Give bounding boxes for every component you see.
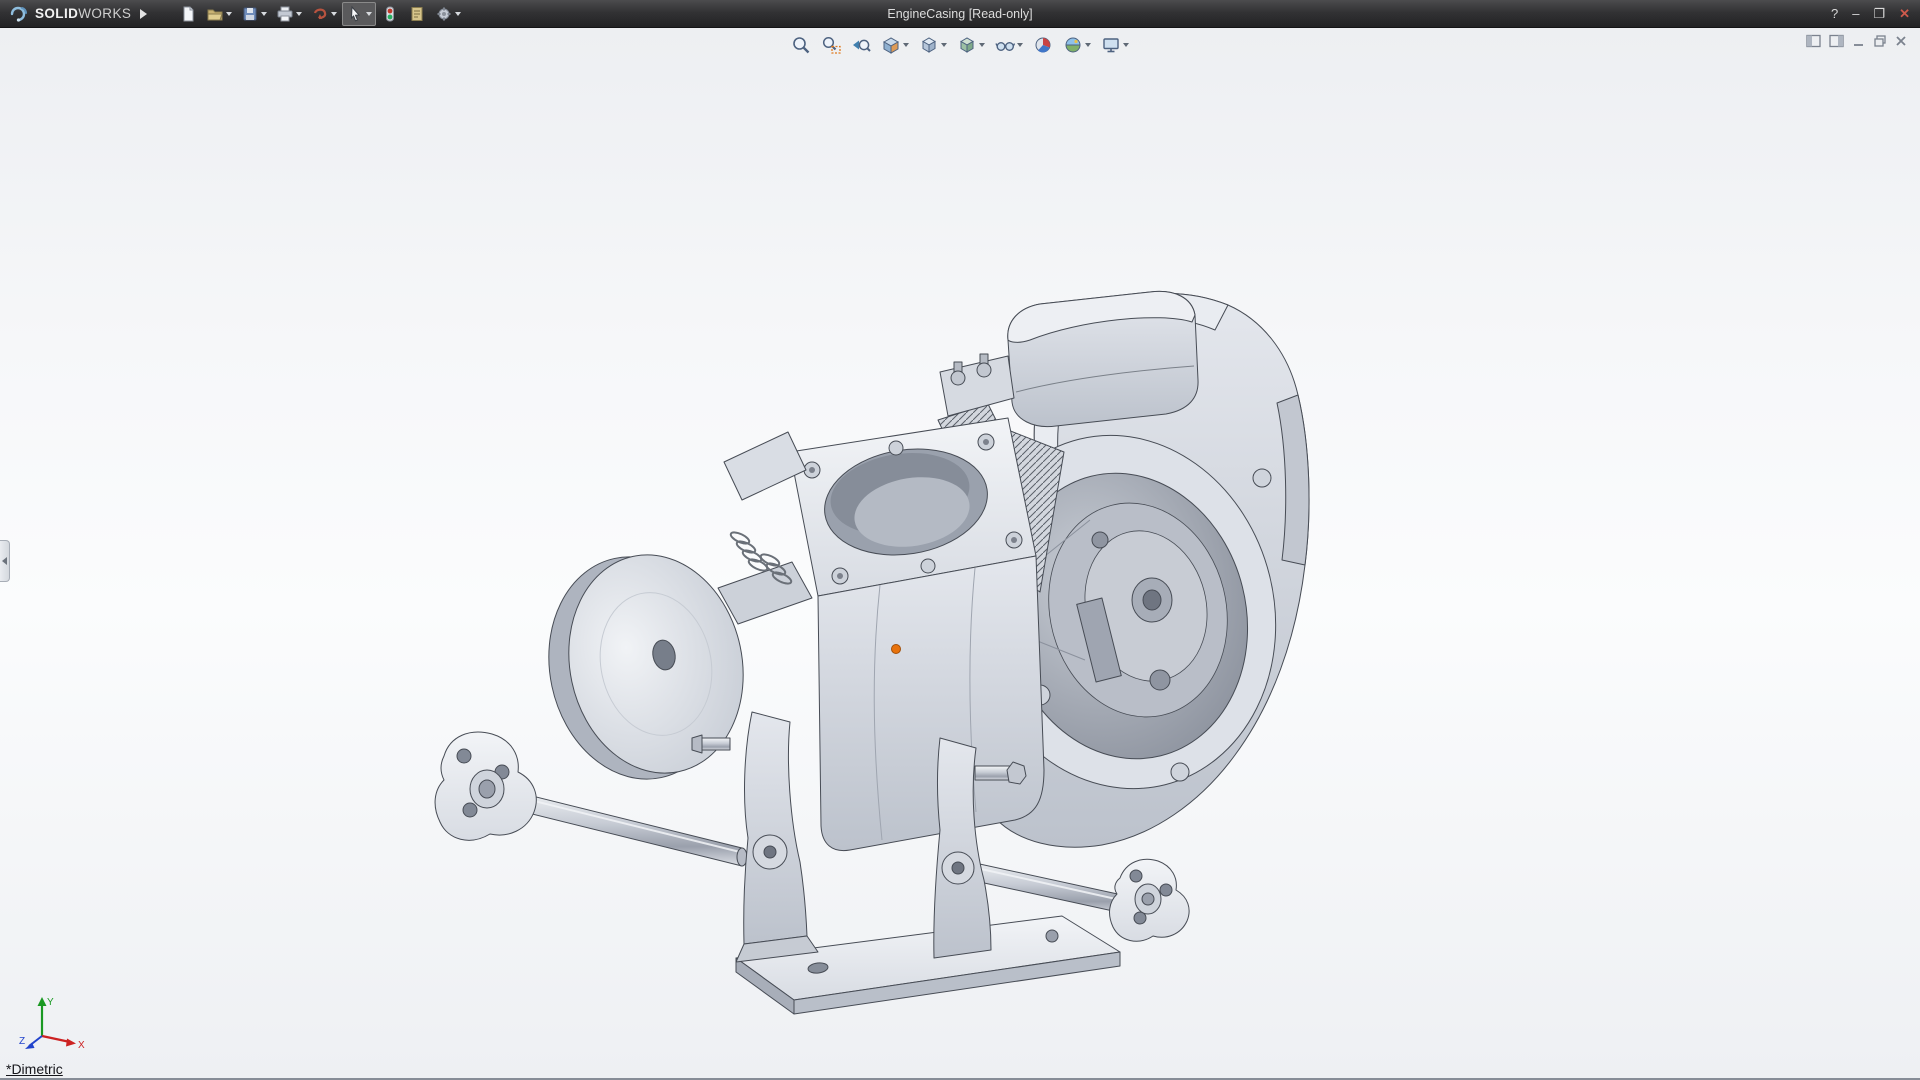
rebuild-stoplight-icon	[381, 5, 399, 23]
part-bracket-springs[interactable]	[718, 432, 812, 624]
undo-button[interactable]	[307, 2, 341, 26]
dropdown-caret[interactable]	[226, 12, 232, 16]
options-button[interactable]	[431, 2, 465, 26]
save-icon	[241, 5, 259, 23]
triad-y-label: Y	[47, 997, 54, 1008]
open-button[interactable]	[202, 2, 236, 26]
apply-scene-button[interactable]	[1060, 33, 1094, 57]
rebuild-button[interactable]	[377, 2, 403, 26]
previous-view-button[interactable]	[848, 33, 874, 57]
doc-close-icon[interactable]	[1894, 34, 1908, 48]
minimize-button[interactable]: –	[1852, 7, 1859, 20]
dropdown-caret[interactable]	[455, 12, 461, 16]
edit-appearance-button[interactable]	[1030, 33, 1056, 57]
feature-panel-collapse-tab[interactable]	[0, 540, 10, 582]
document-window-controls	[1806, 34, 1908, 48]
dropdown-caret[interactable]	[1085, 43, 1091, 47]
part-crankcase-front[interactable]	[818, 556, 1044, 851]
graphics-area[interactable]: Y X Z *Dimetric	[0, 28, 1920, 1080]
pane-right-icon[interactable]	[1829, 34, 1845, 48]
new-document-icon	[179, 5, 197, 23]
headsup-view-toolbar	[788, 33, 1132, 57]
select-cursor-icon	[346, 5, 364, 23]
part-front-shaft[interactable]	[500, 788, 747, 866]
part-front-flange[interactable]	[435, 732, 536, 840]
display-style-button[interactable]	[954, 33, 988, 57]
view-orientation-label: *Dimetric	[6, 1061, 63, 1077]
file-properties-icon	[408, 5, 426, 23]
zoom-to-fit-button[interactable]	[788, 33, 814, 57]
brand-works: WORKS	[78, 6, 131, 21]
menu-expand-arrow-icon[interactable]	[140, 9, 147, 19]
section-view-icon	[881, 35, 901, 55]
doc-minimize-icon[interactable]	[1852, 34, 1866, 48]
zoom-to-area-button[interactable]	[818, 33, 844, 57]
previous-view-icon	[851, 35, 871, 55]
dropdown-caret[interactable]	[331, 12, 337, 16]
undo-icon	[311, 5, 329, 23]
part-rear-flange[interactable]	[1110, 859, 1190, 941]
brand-solid: SOLID	[35, 6, 78, 21]
hide-show-items-icon	[995, 35, 1015, 55]
part-left-leg[interactable]	[736, 712, 818, 962]
view-settings-button[interactable]	[1098, 33, 1132, 57]
hide-show-items-button[interactable]	[992, 33, 1026, 57]
view-orientation-icon	[919, 35, 939, 55]
doc-restore-icon[interactable]	[1873, 34, 1887, 48]
edit-appearance-icon	[1033, 35, 1053, 55]
titlebar-toolbar	[175, 2, 465, 26]
dropdown-caret[interactable]	[296, 12, 302, 16]
triad-z-label: Z	[19, 1036, 25, 1047]
reference-triad: Y X Z	[18, 992, 88, 1054]
pane-left-icon[interactable]	[1806, 34, 1822, 48]
zoom-to-area-icon	[821, 35, 841, 55]
brand-text: SOLIDWORKS	[35, 6, 131, 21]
view-settings-icon	[1101, 35, 1121, 55]
print-icon	[276, 5, 294, 23]
section-view-button[interactable]	[878, 33, 912, 57]
new-document-button[interactable]	[175, 2, 201, 26]
select-button[interactable]	[342, 2, 376, 26]
options-gear-icon	[435, 5, 453, 23]
dropdown-caret[interactable]	[941, 43, 947, 47]
collapse-arrow-icon	[2, 557, 7, 565]
display-style-icon	[957, 35, 977, 55]
3ds-logo-icon	[8, 5, 30, 23]
part-top-cover[interactable]	[940, 291, 1198, 426]
apply-scene-icon	[1063, 35, 1083, 55]
file-properties-button[interactable]	[404, 2, 430, 26]
zoom-to-fit-icon	[791, 35, 811, 55]
solidworks-window: SOLIDWORKS	[0, 0, 1920, 1080]
dropdown-caret[interactable]	[903, 43, 909, 47]
open-icon	[206, 5, 224, 23]
dropdown-caret[interactable]	[366, 12, 372, 16]
solidworks-brand: SOLIDWORKS	[8, 5, 147, 23]
triad-x-label: X	[78, 1040, 85, 1051]
help-button[interactable]: ?	[1831, 7, 1838, 20]
dropdown-caret[interactable]	[1123, 43, 1129, 47]
restore-button[interactable]: ❐	[1873, 7, 1885, 20]
dropdown-caret[interactable]	[1017, 43, 1023, 47]
dropdown-caret[interactable]	[979, 43, 985, 47]
part-left-disc[interactable]	[529, 539, 763, 796]
document-title: EngineCasing [Read-only]	[887, 7, 1032, 21]
print-button[interactable]	[272, 2, 306, 26]
model-engine-casing[interactable]	[0, 28, 1920, 1080]
view-orientation-button[interactable]	[916, 33, 950, 57]
dropdown-caret[interactable]	[261, 12, 267, 16]
selection-point[interactable]	[892, 645, 901, 654]
title-bar: SOLIDWORKS	[0, 0, 1920, 28]
window-controls: ? – ❐ ✕	[1831, 7, 1910, 20]
save-button[interactable]	[237, 2, 271, 26]
close-button[interactable]: ✕	[1899, 7, 1910, 20]
